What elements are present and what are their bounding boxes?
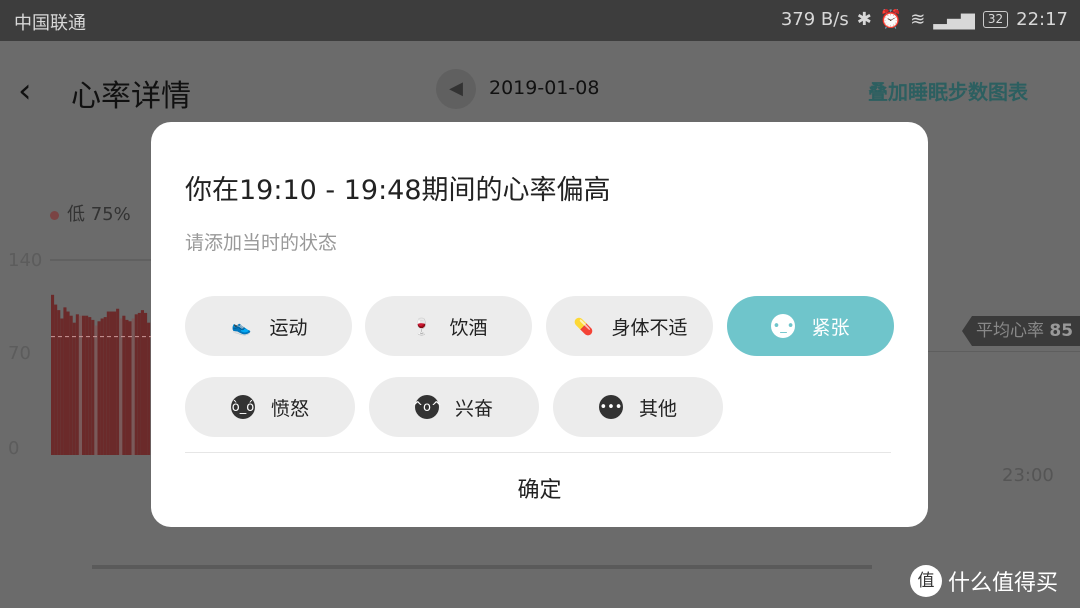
battery-icon: 32 [982,11,1009,28]
heart-rate-bar [75,314,79,455]
heart-rate-bar [106,311,110,455]
heart-rate-bar [144,312,148,455]
heart-rate-bar [91,319,95,455]
date-label: 2019-01-08 [489,77,600,99]
state-option-sneaker[interactable]: 👟 运动 [185,296,352,356]
heart-rate-bar [140,310,144,455]
heart-rate-bar [147,322,151,455]
heart-rate-bar [51,294,55,455]
timeline-scrollbar[interactable] [92,565,872,569]
state-dialog: 你在19:10 - 19:48期间的心率偏高 请添加当时的状态 👟 运动 🍷 饮酒 💊 身… [151,122,928,527]
overlay-sleep-steps-link[interactable]: 叠加睡眠步数图表 [868,76,1028,105]
average-value: 85 [1049,321,1074,341]
state-option-excited-face[interactable]: ^o^ 兴奋 [369,377,539,437]
heart-rate-bar [63,307,67,455]
heart-rate-bar [134,314,138,455]
option-label: 兴奋 [454,397,493,420]
alarm-icon: ⏰ [879,9,903,30]
wifi-icon: ≋ [910,9,926,30]
wine-glass-icon: 🍷 [411,316,432,336]
bluetooth-icon: ✱ [856,9,872,30]
watermark-badge: 值 [910,565,942,597]
state-option-wine-glass[interactable]: 🍷 饮酒 [365,296,532,356]
clock: 22:17 [1016,9,1068,30]
heart-rate-bar [119,318,123,455]
heart-rate-bar [128,321,132,455]
divider [185,452,891,453]
legend-label: 低 75% [67,204,131,225]
heart-rate-bar [103,317,107,455]
nervous-face-icon: •_• [771,314,796,338]
page-title: 心率详情 [71,79,191,114]
excited-face-icon: ^o^ [412,395,442,419]
legend-dot-icon [50,211,59,220]
state-option-nervous-face[interactable]: •_• 紧张 [727,296,894,356]
heart-rate-bar [116,308,120,455]
back-chevron-icon[interactable]: ‹ [18,71,32,111]
option-label: 紧张 [811,316,850,339]
heart-rate-bar [88,317,92,455]
pill-icon: 💊 [573,316,594,336]
watermark-text: 什么值得买 [948,571,1059,596]
heart-rate-bar [57,310,61,455]
x-tick: 23:00 [1002,465,1054,486]
chart-legend: 低 75% [50,200,131,226]
heart-rate-bar [113,311,117,455]
option-label: 运动 [269,316,308,339]
angry-face-icon: ò_ó [230,395,255,419]
heart-rate-bar [137,312,141,455]
more-dots-icon: ••• [598,395,623,419]
dialog-title: 你在19:10 - 19:48期间的心率偏高 [185,175,611,206]
heart-rate-bar [97,321,101,455]
heart-rate-bar [94,325,98,455]
status-bar: 中国联通 379 B/s ✱ ⏰ ≋ ▂▄▆ 32 22:17 [0,0,1080,41]
signal-icon: ▂▄▆ [933,9,975,30]
watermark: 值什么值得买 [910,565,1058,597]
option-label: 愤怒 [270,397,309,420]
option-label: 其他 [638,397,677,420]
heart-rate-bar [54,304,58,455]
average-line [928,351,1080,352]
heart-rate-bar [66,311,70,455]
carrier: 中国联通 [14,13,86,34]
dialog-subtitle: 请添加当时的状态 [185,232,338,254]
heart-rate-bar [131,318,135,455]
heart-rate-bar [125,319,129,455]
heart-rate-bar [72,322,76,455]
state-option-pill[interactable]: 💊 身体不适 [546,296,713,356]
previous-date-button[interactable]: ◀ [436,69,476,109]
average-label: 平均心率 [976,321,1044,341]
state-option-angry-face[interactable]: ò_ó 愤怒 [185,377,355,437]
option-label: 饮酒 [449,316,488,339]
average-heart-rate-tag: 平均心率 85 [962,316,1080,346]
heart-rate-bar [109,311,113,455]
confirm-button[interactable]: 确定 [151,472,928,504]
network-speed: 379 B/s [780,9,849,30]
heart-rate-bar [60,318,64,455]
option-label: 身体不适 [611,316,688,339]
sneaker-icon: 👟 [231,316,252,336]
heart-rate-bar [100,318,104,455]
heart-rate-chart [50,259,160,455]
state-option-more-dots[interactable]: ••• 其他 [553,377,723,437]
